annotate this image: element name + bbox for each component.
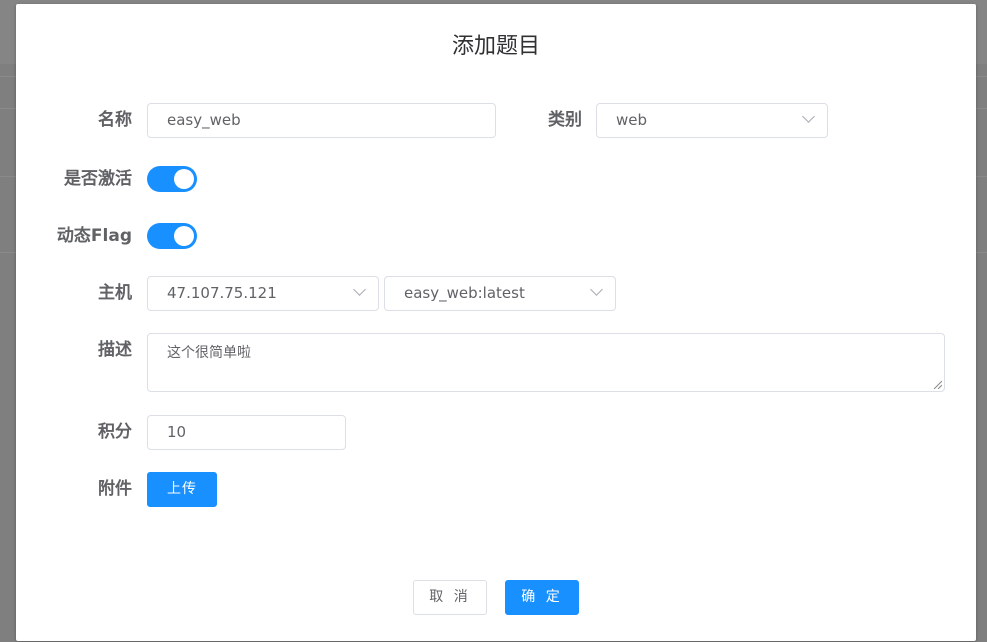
active-label: 是否激活 (64, 169, 132, 189)
attachment-label: 附件 (98, 479, 132, 499)
host-select[interactable]: 47.107.75.121 (147, 276, 379, 311)
chevron-down-icon (590, 283, 603, 296)
add-challenge-dialog: 添加题目 名称 easy_web 类别 web 是否激活 动态Flag 主机 4… (16, 4, 976, 641)
name-input[interactable]: easy_web (147, 103, 496, 138)
category-value: web (616, 111, 648, 129)
category-label: 类别 (548, 110, 582, 130)
description-text: 这个很简单啦 (167, 345, 251, 361)
image-value: easy_web:latest (404, 284, 525, 302)
score-label: 积分 (98, 422, 132, 442)
chevron-down-icon (802, 110, 815, 123)
description-label: 描述 (98, 340, 132, 360)
category-select[interactable]: web (596, 103, 828, 138)
toggle-knob (174, 169, 194, 189)
image-select[interactable]: easy_web:latest (384, 276, 616, 311)
upload-button[interactable]: 上传 (147, 472, 217, 507)
resize-handle-icon[interactable] (932, 379, 942, 389)
name-label: 名称 (98, 110, 132, 130)
score-input[interactable]: 10 (147, 415, 346, 450)
host-label: 主机 (98, 283, 132, 303)
active-toggle[interactable] (147, 166, 197, 192)
chevron-down-icon (353, 283, 366, 296)
dynamic-flag-toggle[interactable] (147, 223, 197, 249)
host-value: 47.107.75.121 (167, 284, 277, 302)
toggle-knob (174, 226, 194, 246)
confirm-button[interactable]: 确 定 (505, 580, 579, 615)
cancel-button[interactable]: 取 消 (413, 580, 487, 615)
description-textarea[interactable]: 这个很简单啦 (147, 333, 945, 392)
dialog-title: 添加题目 (451, 34, 540, 59)
dynamic-flag-label: 动态Flag (56, 226, 132, 246)
